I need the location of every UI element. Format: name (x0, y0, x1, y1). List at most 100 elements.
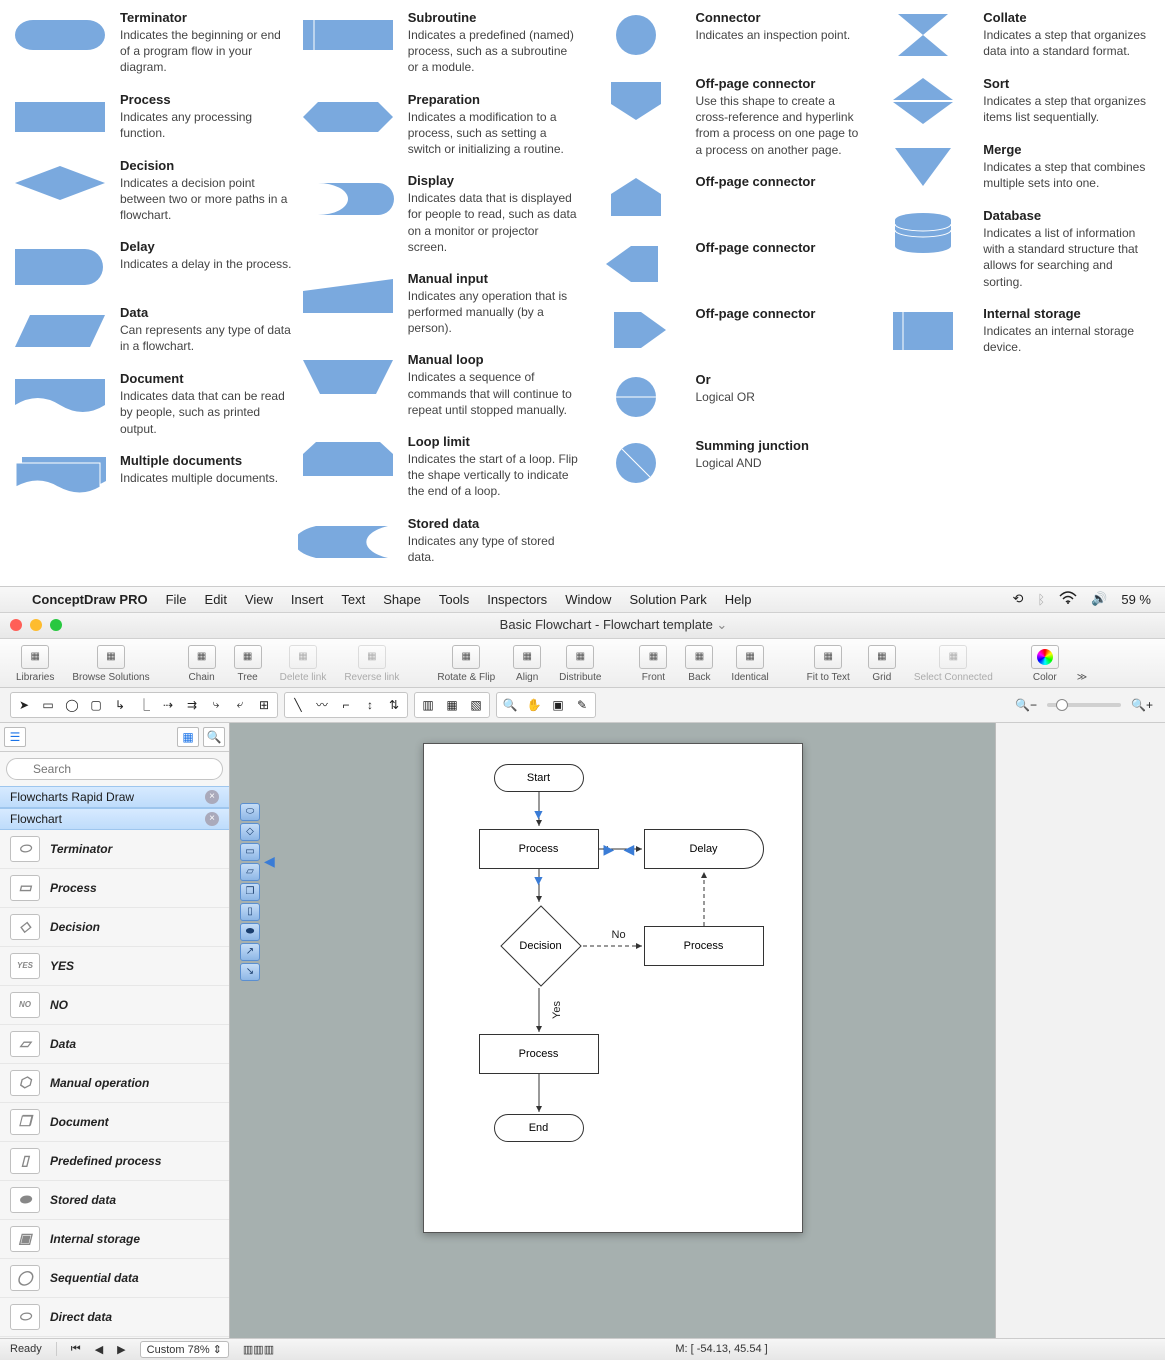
menu-file[interactable]: File (166, 592, 187, 607)
rapid-connector-icon[interactable]: ↗ (240, 943, 260, 961)
library-item[interactable]: ❐Document (0, 1103, 229, 1142)
sidebar-view-grid-icon[interactable]: ▦ (177, 727, 199, 747)
library-item[interactable]: ▯Predefined process (0, 1142, 229, 1181)
close-icon[interactable]: × (205, 790, 219, 804)
rapid-document-icon[interactable]: ❐ (240, 883, 260, 901)
toolbar-distribute[interactable]: ▦Distribute (553, 645, 607, 683)
eyedropper-icon[interactable]: ✎ (571, 695, 593, 715)
library-item[interactable]: ▭Process (0, 869, 229, 908)
menu-insert[interactable]: Insert (291, 592, 324, 607)
menu-shape[interactable]: Shape (383, 592, 421, 607)
library-item[interactable]: YESYES (0, 947, 229, 986)
bluetooth-icon[interactable]: ᛒ (1037, 592, 1045, 607)
line-tool-icon[interactable]: ⎿ (133, 695, 155, 715)
toolbar-back[interactable]: ▦Back (679, 645, 719, 683)
timemachine-icon[interactable]: ⟲ (1012, 591, 1023, 607)
smart-connector-icon[interactable]: ⇢ (157, 695, 179, 715)
toolbar-rotate-flip[interactable]: ▦Rotate & Flip (431, 645, 501, 683)
text-tool-icon[interactable]: ▢ (85, 695, 107, 715)
minimize-window-button[interactable] (30, 619, 42, 631)
sidebar-search-input[interactable] (6, 758, 223, 780)
library-item[interactable]: ⬭Terminator (0, 830, 229, 869)
flow-end-node[interactable]: End (494, 1114, 584, 1142)
route-tool-icon[interactable]: ⇉ (181, 695, 203, 715)
pointer-tool-icon[interactable]: ➤ (13, 695, 35, 715)
menu-edit[interactable]: Edit (205, 592, 227, 607)
close-icon[interactable]: × (205, 812, 219, 826)
menu-window[interactable]: Window (565, 592, 611, 607)
toolbar-tree[interactable]: ▦Tree (228, 645, 268, 683)
rapid-terminator-icon[interactable]: ⬭ (240, 803, 260, 821)
library-item[interactable]: ▣Internal storage (0, 1220, 229, 1259)
arrow-icon[interactable]: ↕ (359, 695, 381, 715)
toolbar-align[interactable]: ▦Align (507, 645, 547, 683)
menu-tools[interactable]: Tools (439, 592, 469, 607)
toolbar-chain[interactable]: ▦Chain (182, 645, 222, 683)
stamp-icon[interactable]: ▣ (547, 695, 569, 715)
library-item[interactable]: ⬡Manual operation (0, 1064, 229, 1103)
volume-icon[interactable]: 🔊 (1091, 591, 1107, 607)
sidebar-category[interactable]: Flowcharts Rapid Draw× (0, 786, 229, 808)
curve-icon[interactable]: 〰 (311, 695, 333, 715)
library-item[interactable]: ⬭Direct data (0, 1298, 229, 1337)
pan-icon[interactable]: ✋ (523, 695, 545, 715)
menu-solution-park[interactable]: Solution Park (629, 592, 706, 607)
canvas-area[interactable]: ⬭ ◇ ▭ ▱ ❐ ▯ ⬬ ↗ ↘ ◀ Start Process Delay … (230, 723, 995, 1338)
flow-decision-node[interactable]: Decision (499, 904, 583, 988)
join-tool-icon[interactable]: ⤶ (229, 695, 251, 715)
rapid-subroutine-icon[interactable]: ▯ (240, 903, 260, 921)
toolbar-color[interactable]: Color (1025, 645, 1065, 683)
toolbar-front[interactable]: ▦Front (633, 645, 673, 683)
menu-inspectors[interactable]: Inspectors (487, 592, 547, 607)
connector-tool-icon[interactable]: ↳ (109, 695, 131, 715)
toolbar-libraries[interactable]: ▦Libraries (10, 645, 60, 683)
toolbar-browse-solutions[interactable]: ▦Browse Solutions (66, 645, 155, 683)
wifi-icon[interactable] (1059, 591, 1077, 608)
flow-delay-node[interactable]: Delay (644, 829, 764, 869)
library-item[interactable]: ◯Sequential data (0, 1259, 229, 1298)
ellipse-tool-icon[interactable]: ◯ (61, 695, 83, 715)
menu-text[interactable]: Text (341, 592, 365, 607)
rapid-decision-icon[interactable]: ◇ (240, 823, 260, 841)
polyline-icon[interactable]: ⌐ (335, 695, 357, 715)
library-item[interactable]: ▱Data (0, 1025, 229, 1064)
zoom-icon[interactable]: 🔍 (499, 695, 521, 715)
sidebar-search-icon[interactable]: 🔍 (203, 727, 225, 747)
sidebar-category[interactable]: Flowchart× (0, 808, 229, 830)
library-item[interactable]: ⬬Stored data (0, 1181, 229, 1220)
align-center-icon[interactable]: ▦ (441, 695, 463, 715)
zoom-in-icon[interactable]: 🔍+ (1131, 695, 1153, 715)
handle-icon[interactable]: ▶ (604, 841, 615, 858)
more-tool-icon[interactable]: ⊞ (253, 695, 275, 715)
flow-process-node[interactable]: Process (479, 829, 599, 869)
toolbar-grid[interactable]: ▦Grid (862, 645, 902, 683)
canvas-page[interactable]: Start Process Delay Decision Process Pro… (423, 743, 803, 1233)
library-item[interactable]: NONO (0, 986, 229, 1025)
handle-icon[interactable]: ▼ (532, 872, 546, 888)
rapid-left-arrow-icon[interactable]: ◀ (264, 853, 275, 870)
menu-view[interactable]: View (245, 592, 273, 607)
menu-help[interactable]: Help (725, 592, 752, 607)
rapid-line-icon[interactable]: ↘ (240, 963, 260, 981)
branch-tool-icon[interactable]: ⤷ (205, 695, 227, 715)
toolbar-fit-to-text[interactable]: ▦Fit to Text (801, 645, 856, 683)
close-window-button[interactable] (10, 619, 22, 631)
zoom-level[interactable]: Custom 78% ⇕ (140, 1341, 229, 1358)
flow-start-node[interactable]: Start (494, 764, 584, 792)
zoom-slider[interactable] (1047, 703, 1121, 707)
flow-process2-node[interactable]: Process (644, 926, 764, 966)
zoom-window-button[interactable] (50, 619, 62, 631)
toolbar-overflow-icon[interactable]: ≫ (1071, 672, 1093, 683)
flow-process3-node[interactable]: Process (479, 1034, 599, 1074)
align-right-icon[interactable]: ▧ (465, 695, 487, 715)
align-left-icon[interactable]: ▥ (417, 695, 439, 715)
handle-icon[interactable]: ◀ (624, 841, 635, 858)
zoom-out-icon[interactable]: 🔍− (1015, 695, 1037, 715)
toolbar-identical[interactable]: ▦Identical (725, 645, 774, 683)
sidebar-view-list-icon[interactable]: ☰ (4, 727, 26, 747)
library-item[interactable]: ◇Decision (0, 908, 229, 947)
rapid-data-icon[interactable]: ▱ (240, 863, 260, 881)
rapid-display-icon[interactable]: ⬬ (240, 923, 260, 941)
line-icon[interactable]: ╲ (287, 695, 309, 715)
rect-tool-icon[interactable]: ▭ (37, 695, 59, 715)
